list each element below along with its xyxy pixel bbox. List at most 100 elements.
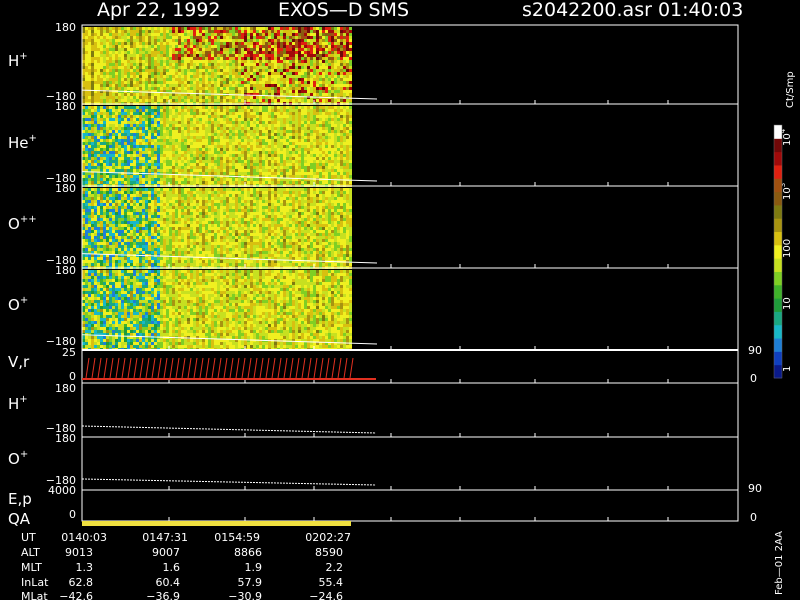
spectrogram-cell <box>112 54 115 57</box>
spectrogram-cell <box>91 121 94 124</box>
spectrogram-cell <box>349 154 352 157</box>
spectrogram-cell <box>349 93 352 96</box>
spectrogram-cell <box>313 48 316 51</box>
spectrogram-cell <box>280 33 283 36</box>
spectrogram-cell <box>187 115 190 118</box>
spectrogram-cell <box>313 151 316 154</box>
spectrogram-cell <box>238 133 241 136</box>
spectrogram-cell <box>118 81 121 84</box>
spectrogram-cell <box>187 160 190 163</box>
spectrogram-cell <box>169 112 172 115</box>
spectrogram-cell <box>97 175 100 178</box>
spectrogram-cell <box>232 87 235 90</box>
spectrogram-cell <box>187 84 190 87</box>
spectrogram-cell <box>88 221 91 224</box>
spectrogram-cell <box>184 72 187 75</box>
spectrogram-cell <box>235 172 238 175</box>
spectrogram-cell <box>166 36 169 39</box>
spectrogram-cell <box>169 169 172 172</box>
spectrogram-cell <box>283 42 286 45</box>
spectrogram-cell <box>178 130 181 133</box>
spectrogram-cell <box>298 99 301 102</box>
spectrogram-cell <box>124 69 127 72</box>
spectrogram-cell <box>130 69 133 72</box>
spectrogram-cell <box>223 66 226 69</box>
spectrogram-cell <box>163 69 166 72</box>
spectrogram-cell <box>166 69 169 72</box>
spectrogram-cell <box>328 172 331 175</box>
ephem-value: 62.8 <box>69 576 94 589</box>
spectrogram-cell <box>250 133 253 136</box>
spectrogram-cell <box>274 48 277 51</box>
spectrogram-cell <box>217 66 220 69</box>
spectrogram-cell <box>313 121 316 124</box>
spectrogram-cell <box>118 109 121 112</box>
spectrogram-cell <box>235 48 238 51</box>
spectrogram-cell <box>256 66 259 69</box>
spectrogram-cell <box>292 115 295 118</box>
spectrogram-cell <box>148 166 151 169</box>
spectrogram-cell <box>205 112 208 115</box>
spectrogram-cell <box>199 166 202 169</box>
spectrogram-cell <box>331 84 334 87</box>
spectrogram-cell <box>139 36 142 39</box>
spectrogram-cell <box>271 87 274 90</box>
spectrogram-cell <box>142 178 145 181</box>
spectrogram-cell <box>337 54 340 57</box>
spectrogram-cell <box>112 36 115 39</box>
spectrogram-cell <box>307 39 310 42</box>
spectrogram-cell <box>85 151 88 154</box>
spectrogram-cell <box>235 66 238 69</box>
spectrogram-cell <box>187 27 190 30</box>
spectrogram-cell <box>166 178 169 181</box>
spectrogram-cell <box>163 27 166 30</box>
spectrogram-cell <box>175 57 178 60</box>
spectrogram-cell <box>298 66 301 69</box>
panel-label-ep: E,p <box>8 490 32 508</box>
spectrogram-cell <box>307 60 310 63</box>
spectrogram-cell <box>148 112 151 115</box>
spectrogram-cell <box>307 63 310 66</box>
spectrogram-cell <box>172 96 175 99</box>
spectrogram-cell <box>316 30 319 33</box>
spectrogram-cell <box>238 127 241 130</box>
spectrogram-cell <box>94 96 97 99</box>
spectrogram-cell <box>220 54 223 57</box>
spectrogram-cell <box>127 48 130 51</box>
spectrogram-cell <box>121 106 124 109</box>
spectrogram-cell <box>253 127 256 130</box>
spectrogram-cell <box>250 42 253 45</box>
spectrogram-cell <box>181 130 184 133</box>
spectrogram-cell <box>343 33 346 36</box>
spectrogram-cell <box>214 160 217 163</box>
spectrogram-cell <box>172 81 175 84</box>
spectrogram-cell <box>280 151 283 154</box>
spectrogram-cell <box>220 178 223 181</box>
spectrogram-cell <box>223 157 226 160</box>
spectrogram-cell <box>262 78 265 81</box>
spectrogram-cell <box>304 169 307 172</box>
spectrogram-cell <box>262 90 265 93</box>
spectrogram-cell <box>238 30 241 33</box>
spectrogram-cell <box>166 154 169 157</box>
spectrogram-cell <box>85 118 88 121</box>
spectrogram-cell <box>172 121 175 124</box>
spectrogram-cell <box>298 124 301 127</box>
spectrogram-cell <box>208 66 211 69</box>
spectrogram-cell <box>331 172 334 175</box>
spectrogram-cell <box>112 66 115 69</box>
spectrogram-cell <box>289 175 292 178</box>
spectrogram-cell <box>166 75 169 78</box>
spectrogram-cell <box>235 36 238 39</box>
spectrogram-cell <box>196 90 199 93</box>
spectrogram-cell <box>313 42 316 45</box>
spectrogram-cell <box>334 48 337 51</box>
spectrogram-cell <box>298 51 301 54</box>
spectrogram-cell <box>172 127 175 130</box>
spectrogram-cell <box>124 133 127 136</box>
spectrogram-cell <box>160 69 163 72</box>
spectrogram-cell <box>187 69 190 72</box>
spectrogram-cell <box>298 139 301 142</box>
spectrogram-cell <box>199 106 202 109</box>
spectrogram-cell <box>223 112 226 115</box>
